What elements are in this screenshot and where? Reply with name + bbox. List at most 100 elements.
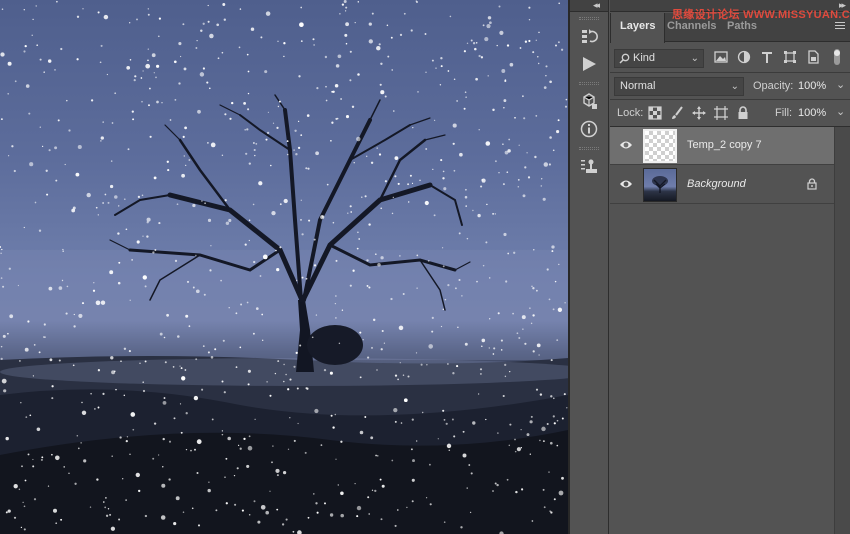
watermark-text: 思缘设计论坛 WWW.MISSYUAN.COM	[672, 9, 850, 21]
snowflake	[486, 24, 491, 29]
lock-all-icon[interactable]	[736, 106, 750, 120]
snowflake	[7, 509, 11, 513]
layers-scrollbar[interactable]	[834, 127, 850, 534]
grip-handle[interactable]	[579, 147, 599, 150]
lock-paint-icon[interactable]	[670, 106, 684, 120]
3d-button[interactable]	[575, 88, 603, 114]
blend-mode-dropdown[interactable]: Normal ⌄	[614, 77, 744, 96]
fill-value[interactable]: 100%	[798, 107, 826, 119]
snowflake	[81, 302, 85, 305]
snowflake	[62, 250, 65, 253]
snowflake	[506, 478, 509, 481]
snowflake	[29, 162, 34, 167]
opacity-chevron-icon[interactable]: ⌄	[836, 78, 845, 91]
snowflake	[221, 430, 224, 432]
actions-button[interactable]	[575, 51, 603, 77]
snowflake	[536, 289, 538, 292]
opacity-value[interactable]: 100%	[798, 80, 826, 92]
layer-name[interactable]: Temp_2 copy 7	[687, 139, 762, 151]
snowflake	[276, 267, 280, 272]
snowflake	[523, 117, 526, 120]
lock-artboard-icon[interactable]	[714, 106, 728, 120]
snowflake	[350, 211, 353, 213]
image-filter-icon[interactable]	[714, 50, 728, 64]
snowflake	[429, 503, 432, 506]
snowflake	[347, 212, 349, 214]
snowflake	[220, 279, 222, 282]
snowflake	[480, 56, 484, 59]
shape-filter-icon[interactable]	[783, 50, 797, 64]
snowflake	[306, 114, 310, 117]
snowflake	[134, 75, 137, 78]
layer-row-temp2-copy7[interactable]: Temp_2 copy 7	[610, 127, 834, 165]
snowflake	[300, 219, 302, 221]
snowflake	[458, 278, 461, 282]
snowflake	[479, 368, 483, 371]
fill-chevron-icon[interactable]: ⌄	[836, 105, 845, 118]
snowflake	[56, 0, 58, 3]
snowflake	[529, 307, 531, 309]
info-button[interactable]	[575, 116, 603, 142]
snowflake	[412, 459, 415, 463]
snowflake	[552, 308, 555, 311]
snowflake	[208, 481, 210, 484]
snowflake	[457, 326, 459, 328]
eye-visibility-icon[interactable]	[619, 139, 633, 151]
smart-object-filter-icon[interactable]	[806, 50, 820, 64]
snowflake	[443, 419, 446, 421]
snowflake	[120, 360, 122, 362]
layer-row-background[interactable]: Background	[610, 166, 834, 204]
snowflake	[129, 59, 132, 61]
filter-toggle-icon[interactable]	[832, 48, 842, 66]
snowflake	[387, 55, 390, 58]
document-canvas[interactable]	[0, 0, 568, 534]
type-filter-icon[interactable]	[760, 50, 774, 64]
snowflake	[497, 432, 499, 434]
snowflake	[493, 347, 496, 350]
snowflake	[287, 448, 290, 450]
snowflake	[431, 316, 434, 319]
adjustment-filter-icon[interactable]	[737, 50, 751, 64]
eye-visibility-icon[interactable]	[619, 178, 633, 190]
snowflake	[274, 372, 277, 375]
snowflake	[324, 55, 328, 59]
snowflake	[153, 72, 155, 74]
snowflake	[464, 188, 467, 191]
expand-panels-icon[interactable]: ◂◂	[593, 0, 600, 11]
lock-transparent-icon[interactable]	[648, 106, 662, 120]
snowflake	[206, 81, 209, 84]
snowflake	[81, 401, 83, 404]
snowflake	[135, 472, 140, 478]
snowflake	[416, 254, 419, 257]
snowflake	[103, 501, 105, 503]
grip-handle[interactable]	[579, 82, 599, 85]
snowflake	[186, 280, 190, 283]
history-button[interactable]	[575, 23, 603, 49]
snowflake	[196, 39, 198, 42]
layer-name[interactable]: Background	[687, 178, 746, 190]
snowflake	[110, 356, 114, 360]
snowflake	[549, 80, 552, 84]
snowflake	[192, 286, 195, 289]
lock-move-icon[interactable]	[692, 106, 706, 120]
filter-kind-dropdown[interactable]: Kind ⌄	[614, 49, 704, 68]
snowflake	[378, 153, 382, 156]
snowflake	[277, 40, 279, 43]
snowflake	[351, 105, 355, 109]
snowflake	[543, 86, 547, 89]
snowflake	[475, 42, 478, 44]
panel-menu-icon[interactable]	[835, 22, 845, 31]
snowflake	[73, 325, 76, 328]
snowflake	[81, 410, 87, 416]
snowflake	[431, 330, 434, 333]
snowflake	[152, 457, 155, 460]
snowflake	[283, 198, 288, 204]
snowflake	[114, 195, 118, 199]
snowflake	[356, 247, 359, 250]
clone-source-button[interactable]	[575, 153, 603, 179]
panel-icon-dock: ◂◂	[570, 0, 609, 534]
snowflake	[94, 408, 96, 410]
grip-handle[interactable]	[579, 17, 599, 20]
snowflake	[314, 408, 319, 414]
snowflake	[253, 148, 256, 152]
